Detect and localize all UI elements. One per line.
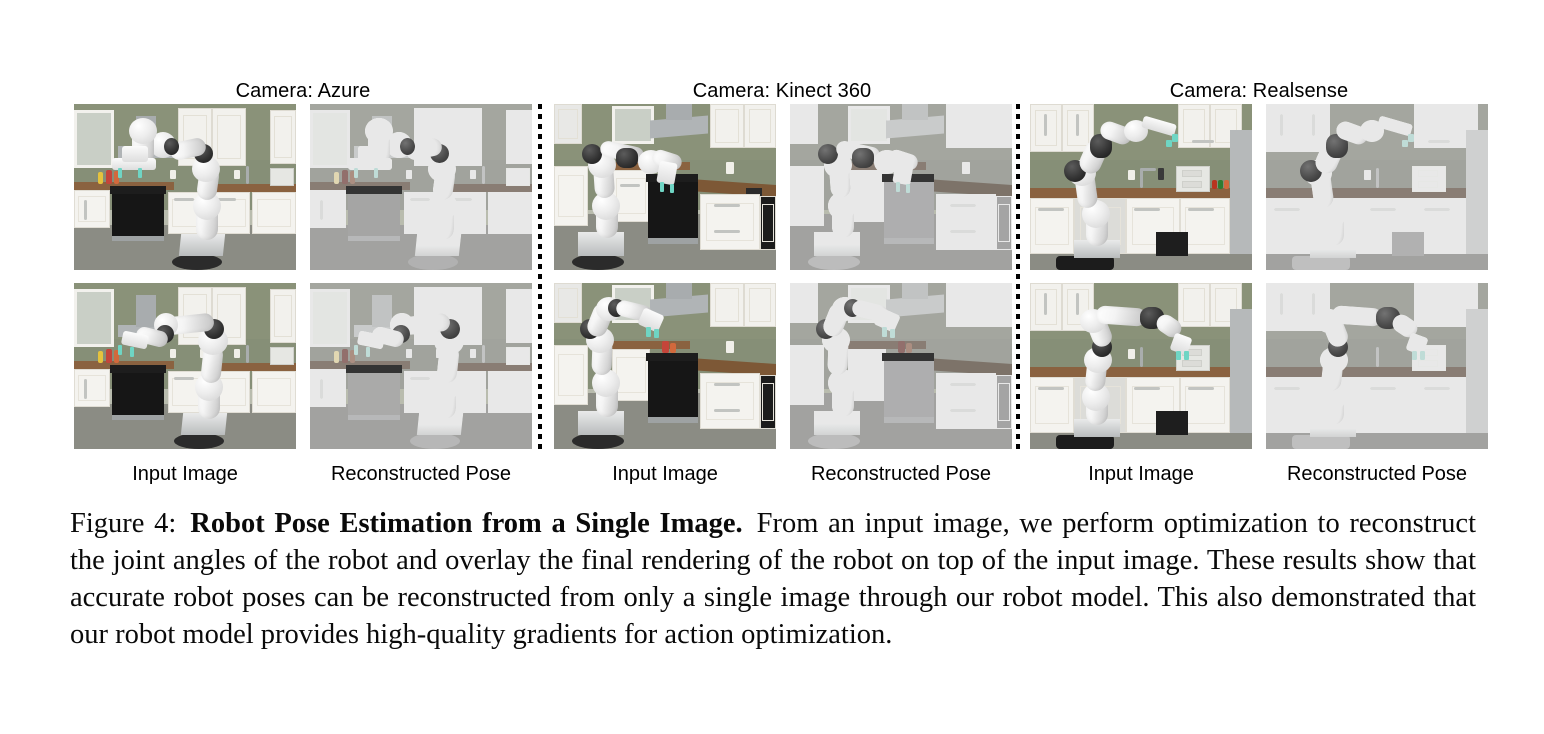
column-divider-2 <box>1016 104 1020 452</box>
figure-panel-grid: Camera: Azure Camera: Kinect 360 Camera:… <box>0 0 1544 500</box>
panel-realsense-reconstructed-row2[interactable] <box>1266 283 1488 449</box>
scene-kitchen-realsense-2-recon <box>1266 283 1488 449</box>
panel-kinect360-reconstructed-row2[interactable] <box>790 283 1012 449</box>
scene-kitchen-kinect-2-recon <box>790 283 1012 449</box>
panel-realsense-reconstructed-row1[interactable] <box>1266 104 1488 270</box>
column-title-realsense: Camera: Realsense <box>1169 80 1349 102</box>
panel-realsense-input-row2[interactable] <box>1030 283 1252 449</box>
panel-azure-input-row2[interactable] <box>74 283 296 449</box>
scene-kitchen-azure-2 <box>74 283 296 449</box>
caption-azure-reconstructed: Reconstructed Pose <box>330 463 512 485</box>
scene-kitchen-kinect <box>554 104 776 270</box>
scene-kitchen-azure-2-recon <box>310 283 532 449</box>
caption-azure-input: Input Image <box>132 463 238 485</box>
scene-kitchen-realsense-recon <box>1266 104 1488 270</box>
scene-kitchen-azure <box>74 104 296 270</box>
caption-kinect360-input: Input Image <box>612 463 718 485</box>
column-title-azure: Camera: Azure <box>235 80 371 102</box>
panel-kinect360-input-row1[interactable] <box>554 104 776 270</box>
caption-realsense-reconstructed: Reconstructed Pose <box>1286 463 1468 485</box>
figure-caption-title: Robot Pose Estimation from a Single Imag… <box>190 508 743 539</box>
panel-realsense-input-row1[interactable] <box>1030 104 1252 270</box>
scene-kitchen-azure-recon <box>310 104 532 270</box>
scene-kitchen-kinect-2 <box>554 283 776 449</box>
figure-caption-label: Figure 4: <box>70 508 177 539</box>
caption-kinect360-reconstructed: Reconstructed Pose <box>810 463 992 485</box>
scene-kitchen-realsense-2 <box>1030 283 1252 449</box>
panel-kinect360-input-row2[interactable] <box>554 283 776 449</box>
scene-kitchen-realsense <box>1030 104 1252 270</box>
scene-kitchen-kinect-recon <box>790 104 1012 270</box>
panel-azure-reconstructed-row2[interactable] <box>310 283 532 449</box>
figure-caption: Figure 4: Robot Pose Estimation from a Si… <box>70 505 1476 653</box>
caption-realsense-input: Input Image <box>1088 463 1194 485</box>
panel-kinect360-reconstructed-row1[interactable] <box>790 104 1012 270</box>
panel-azure-input-row1[interactable] <box>74 104 296 270</box>
column-divider-1 <box>538 104 542 452</box>
column-title-kinect360: Camera: Kinect 360 <box>692 80 872 102</box>
panel-azure-reconstructed-row1[interactable] <box>310 104 532 270</box>
